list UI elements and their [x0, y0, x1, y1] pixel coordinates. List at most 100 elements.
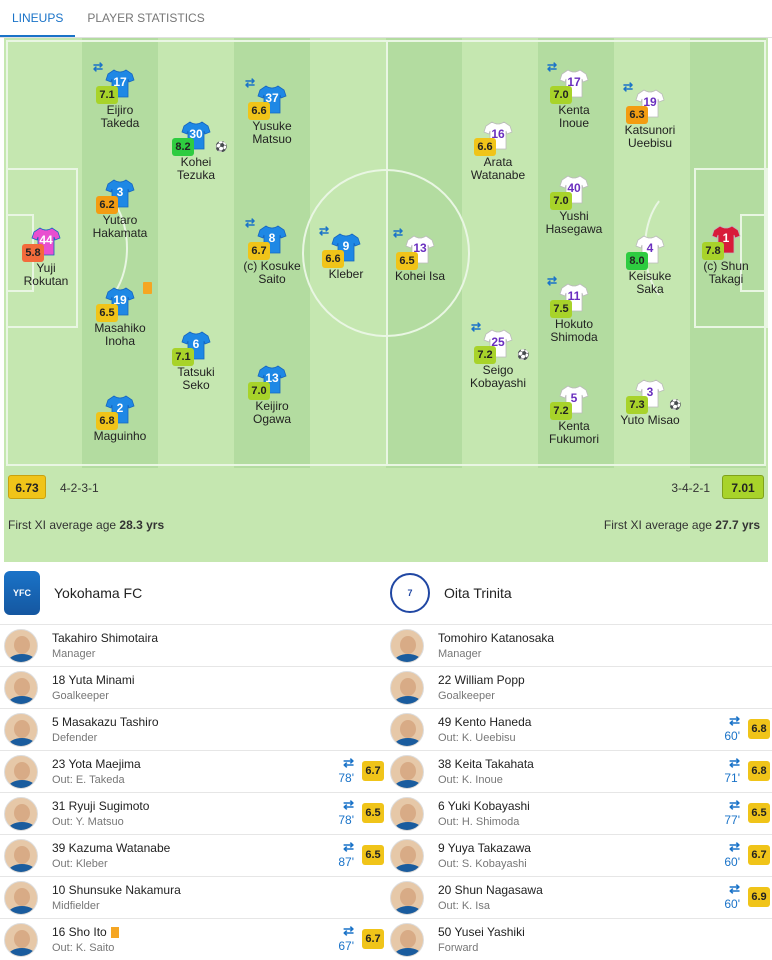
shirt-icon: 25 7.2 ⇄ ⚽ [471, 320, 529, 364]
bench-player-role: Out: S. Kobayashi [438, 858, 527, 870]
player-rating: 7.2 [474, 346, 496, 364]
shirt-icon: 3 6.2 [96, 178, 135, 214]
substitution-minute: 60' [724, 897, 740, 911]
pitch: 44 5.8 Yuji Rokutan 17 7.1 ⇄ Eijiro Takeda 3 6.2… [4, 38, 768, 468]
bench-rating: 6.5 [362, 845, 384, 865]
home-bench-row[interactable]: 5 Masakazu Tashiro Defender [0, 709, 386, 750]
bench-player-name: 6 Yuki Kobayashi [438, 799, 530, 813]
home-player-3[interactable]: 3 6.2 Yutaro Hakamata [70, 178, 170, 240]
bench-player-role: Out: K. Isa [438, 900, 490, 912]
bench-player-role: Out: Y. Matsuo [52, 816, 124, 828]
bench-player-role: Forward [438, 942, 479, 954]
substitution-info: ⇄ 60' [724, 839, 740, 869]
shirt-icon: 5 7.2 [550, 384, 589, 420]
home-team-name[interactable]: Yokohama FC [54, 585, 142, 601]
bench-player-role: Manager [438, 648, 482, 660]
player-name: Yushi Hasegawa [545, 209, 603, 236]
bench-player-name: 49 Kento Haneda [438, 715, 532, 729]
away-player-13[interactable]: 13 6.5 ⇄ Kohei Isa [370, 226, 470, 283]
bench-player-name: 16 Sho Ito [52, 925, 119, 939]
player-rating: 6.2 [96, 196, 118, 214]
home-bench-row[interactable]: Takahiro Shimotaira Manager [0, 625, 386, 666]
bench-rating: 6.9 [748, 887, 770, 907]
bench-row: 39 Kazuma Watanabe Out: Kleber ⇄ 87' 6.5 9 Yu… [0, 834, 772, 876]
away-team-name[interactable]: Oita Trinita [444, 585, 512, 601]
avatar [390, 922, 424, 957]
avatar [4, 880, 38, 915]
player-rating: 6.5 [396, 252, 418, 270]
bench-rating: 6.7 [362, 761, 384, 781]
tab-player-statistics[interactable]: PLAYER STATISTICS [75, 0, 216, 37]
away-bench-row[interactable]: 9 Yuya Takazawa Out: S. Kobayashi ⇄ 60' 6.7 [386, 835, 772, 876]
shirt-icon: 1 7.8 [702, 224, 741, 260]
home-player-13[interactable]: 13 7.0 Keijiro Ogawa [222, 364, 322, 426]
substitution-icon: ⇄ [729, 755, 740, 770]
player-rating: 6.6 [248, 102, 270, 120]
player-name: Yutaro Hakamata [92, 213, 148, 240]
substitution-minute: 71' [724, 771, 740, 785]
substitution-icon: ⇄ [547, 274, 558, 288]
bench-row: Takahiro Shimotaira Manager Tomohiro Katan… [0, 624, 772, 666]
player-rating: 7.8 [702, 242, 724, 260]
bench-player-name: Tomohiro Katanosaka [438, 631, 555, 645]
avatar [4, 838, 38, 873]
substitution-icon: ⇄ [729, 713, 740, 728]
shirt-icon: 19 6.3 ⇄ [623, 80, 665, 124]
shirt-icon: 16 6.6 [474, 120, 513, 156]
player-name: Hokuto Shimoda [550, 317, 598, 344]
avatar [4, 670, 38, 705]
bench-rating: 6.7 [748, 845, 770, 865]
avatar [390, 838, 424, 873]
bench-player-role: Manager [52, 648, 96, 660]
avatar [4, 796, 38, 831]
shirt-icon: 8 6.7 ⇄ [245, 216, 287, 260]
bench-player-name: 20 Shun Nagasawa [438, 883, 543, 897]
shirt-icon: 40 7.0 [550, 174, 589, 210]
player-name: Yusuke Matsuo [252, 119, 292, 146]
tab-lineups[interactable]: LINEUPS [0, 0, 76, 37]
home-bench-row[interactable]: 10 Shunsuke Nakamura Midfielder [0, 877, 386, 918]
home-bench-row[interactable]: 18 Yuta Minami Goalkeeper [0, 667, 386, 708]
substitution-minute: 78' [338, 813, 354, 827]
bench-row: 31 Ryuji Sugimoto Out: Y. Matsuo ⇄ 78' 6.5 6 … [0, 792, 772, 834]
home-player-2[interactable]: 2 6.8 Maguinho [70, 394, 170, 443]
player-rating: 6.3 [626, 106, 648, 124]
away-bench-row[interactable]: 49 Kento Haneda Out: K. Ueebisu ⇄ 60' 6.8 [386, 709, 772, 750]
away-player-1[interactable]: 1 7.8 (c) Shun Takagi [676, 224, 768, 286]
shirt-icon: 2 6.8 [96, 394, 135, 430]
bench-row: 23 Yota Maejima Out: E. Takeda ⇄ 78' 6.7 38 K… [0, 750, 772, 792]
shirt-icon: 17 7.0 ⇄ [547, 60, 589, 104]
player-rating: 7.5 [550, 300, 572, 318]
substitution-info: ⇄ 71' [724, 755, 740, 785]
player-name: Keijiro Ogawa [252, 399, 292, 426]
home-bench-row[interactable]: 23 Yota Maejima Out: E. Takeda ⇄ 78' 6.7 [0, 751, 386, 792]
player-rating: 7.2 [550, 402, 572, 420]
away-bench-row[interactable]: 38 Keita Takahata Out: K. Inoue ⇄ 71' 6.8 [386, 751, 772, 792]
bench-rating: 6.7 [362, 929, 384, 949]
away-bench-row[interactable]: 50 Yusei Yashiki Forward [386, 919, 772, 960]
away-player-40[interactable]: 40 7.0 Yushi Hasegawa [524, 174, 624, 236]
away-bench-row[interactable]: 6 Yuki Kobayashi Out: H. Shimoda ⇄ 77' 6.5 [386, 793, 772, 834]
home-bench-row[interactable]: 16 Sho Ito Out: K. Saito ⇄ 67' 6.7 [0, 919, 386, 960]
home-bench-row[interactable]: 39 Kazuma Watanabe Out: Kleber ⇄ 87' 6.5 [0, 835, 386, 876]
home-player-37[interactable]: 37 6.6 ⇄ Yusuke Matsuo [222, 76, 322, 146]
home-bench-row[interactable]: 31 Ryuji Sugimoto Out: Y. Matsuo ⇄ 78' 6.5 [0, 793, 386, 834]
player-rating: 7.1 [96, 86, 118, 104]
oita-trinita-crest-icon: 7 [390, 573, 430, 613]
shirt-icon: 13 6.5 ⇄ [393, 226, 435, 270]
bench-player-role: Out: E. Takeda [52, 774, 125, 786]
player-name: Kohei Tezuka [176, 155, 216, 182]
bench-player-name: Takahiro Shimotaira [52, 631, 159, 645]
bench-player-name: 10 Shunsuke Nakamura [52, 883, 181, 897]
bench-player-role: Out: K. Saito [52, 942, 115, 954]
bench-rating: 6.8 [748, 719, 770, 739]
bench-player-name: 38 Keita Takahata [438, 757, 534, 771]
away-bench-row[interactable]: Tomohiro Katanosaka Manager [386, 625, 772, 666]
substitution-info: ⇄ 67' [338, 923, 354, 953]
goal-ball-icon: ⚽ [517, 350, 530, 361]
away-bench-row[interactable]: 22 William Popp Goalkeeper [386, 667, 772, 708]
shirt-icon: 44 5.8 [22, 226, 61, 262]
away-player-19[interactable]: 19 6.3 ⇄ Katsunori Ueebisu [600, 80, 700, 150]
away-bench-row[interactable]: 20 Shun Nagasawa Out: K. Isa ⇄ 60' 6.9 [386, 877, 772, 918]
away-player-3[interactable]: 3 7.3 ⚽ Yuto Misao [600, 378, 700, 427]
